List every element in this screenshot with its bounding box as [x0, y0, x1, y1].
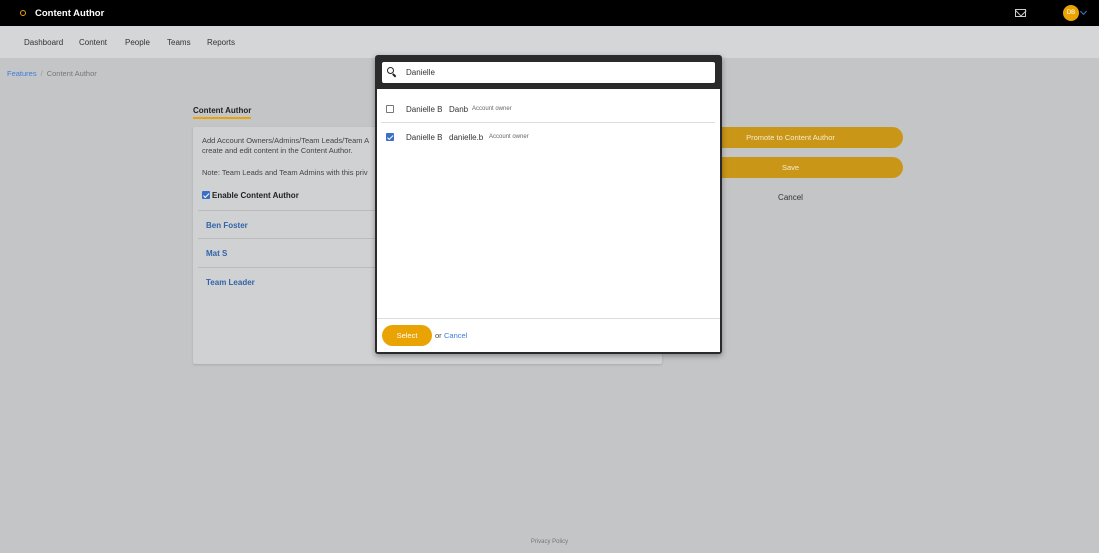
result-username: Danb	[449, 105, 469, 114]
result-role: Account owner	[489, 134, 529, 140]
member-name[interactable]: Mat S	[206, 249, 227, 258]
search-results: Danielle B Danb Account owner Danielle B…	[377, 89, 720, 352]
result-checkbox[interactable]	[386, 105, 394, 113]
breadcrumb-current: Content Author	[46, 69, 97, 78]
breadcrumb: Features / Content Author	[7, 69, 97, 78]
member-row: Mat S	[198, 238, 378, 266]
breadcrumb-features-link[interactable]: Features	[7, 69, 37, 78]
nav-item-reports[interactable]: Reports	[207, 38, 235, 47]
result-name: Danielle B	[406, 133, 443, 142]
modal-footer: Select or Cancel	[377, 318, 720, 352]
description-line-2: create and edit content in the Content A…	[202, 146, 353, 155]
user-search-modal: Danielle B Danb Account owner Danielle B…	[375, 55, 722, 354]
nav-item-teams[interactable]: Teams	[167, 38, 191, 47]
note-text: Note: Team Leads and Team Admins with th…	[202, 168, 368, 177]
chevron-down-icon[interactable]	[1079, 7, 1088, 16]
search-input[interactable]	[406, 65, 706, 80]
member-row: Ben Foster	[198, 210, 378, 238]
nav-item-people[interactable]: People	[125, 38, 150, 47]
section-title: Content Author	[193, 106, 252, 119]
privacy-policy-link[interactable]: Privacy Policy	[0, 539, 1099, 545]
app-title: Content Author	[35, 8, 105, 19]
result-row[interactable]: Danielle B Danb Account owner	[381, 95, 715, 123]
result-name: Danielle B	[406, 105, 443, 114]
result-checkbox[interactable]	[386, 133, 394, 141]
search-box	[382, 62, 715, 83]
enable-content-author-checkbox[interactable]	[202, 191, 210, 199]
nav-item-dashboard[interactable]: Dashboard	[24, 38, 63, 47]
main-nav: Dashboard Content People Teams Reports	[0, 26, 1099, 58]
description-line-1: Add Account Owners/Admins/Team Leads/Tea…	[202, 136, 370, 145]
mail-icon[interactable]	[1015, 9, 1026, 17]
member-name[interactable]: Team Leader	[206, 278, 255, 287]
logo-icon	[20, 10, 26, 16]
top-bar: Content Author DB	[0, 0, 1099, 26]
modal-cancel-link[interactable]: Cancel	[444, 331, 467, 340]
result-row[interactable]: Danielle B danielle.b Account owner	[381, 123, 715, 151]
nav-item-content[interactable]: Content	[79, 38, 107, 47]
member-name[interactable]: Ben Foster	[206, 221, 248, 230]
result-username: danielle.b	[449, 133, 484, 142]
search-icon	[387, 67, 394, 74]
breadcrumb-separator: /	[40, 69, 43, 78]
enable-content-author-label: Enable Content Author	[212, 191, 299, 200]
result-role: Account owner	[472, 106, 512, 112]
select-button[interactable]: Select	[382, 325, 432, 346]
avatar[interactable]: DB	[1063, 5, 1079, 21]
or-text: or	[435, 331, 442, 340]
member-row: Team Leader	[198, 267, 378, 295]
